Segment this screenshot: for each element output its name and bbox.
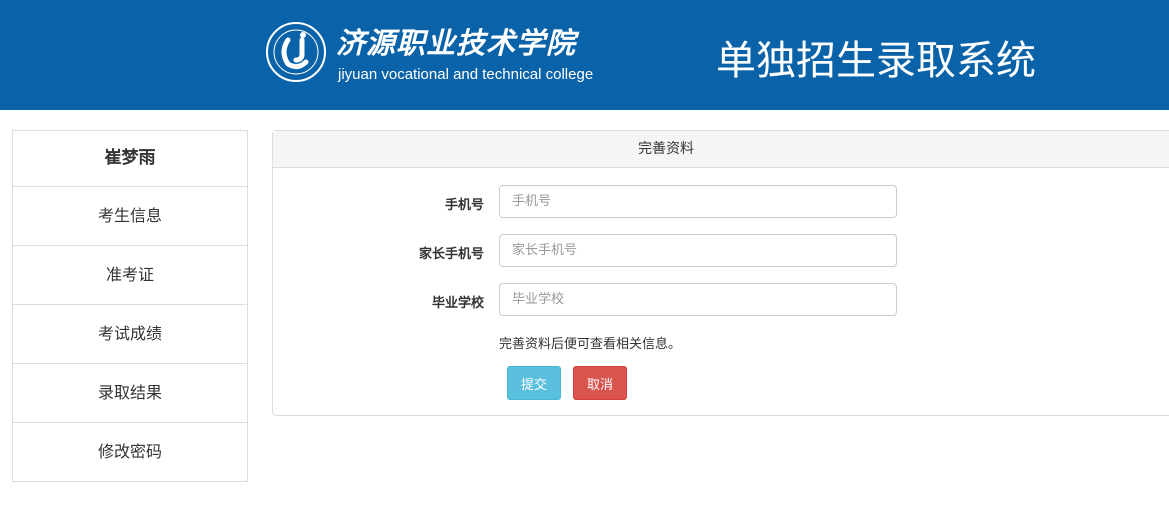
sidebar-item-change-password[interactable]: 修改密码 — [13, 423, 247, 481]
user-name: 崔梦雨 — [13, 131, 247, 187]
sidebar: 崔梦雨 考生信息 准考证 考试成绩 录取结果 修改密码 — [12, 130, 248, 482]
panel-title: 完善资料 — [273, 131, 1169, 168]
header: 济源职业技术学院 jiyuan vocational and technical… — [0, 0, 1169, 110]
phone-label: 手机号 — [444, 198, 484, 213]
sidebar-item-candidate-info[interactable]: 考生信息 — [13, 187, 247, 246]
college-emblem-icon — [266, 22, 326, 82]
hint-text: 完善资料后便可查看相关信息。 — [499, 337, 682, 352]
submit-button[interactable]: 提交 — [507, 366, 561, 400]
parent-phone-label: 家长手机号 — [418, 247, 484, 262]
cancel-button[interactable]: 取消 — [573, 366, 627, 400]
system-title: 单独招生录取系统 — [716, 38, 1036, 84]
graduation-school-label: 毕业学校 — [431, 296, 484, 311]
sidebar-item-admission-ticket[interactable]: 准考证 — [13, 246, 247, 305]
parent-phone-input[interactable] — [499, 234, 897, 267]
sidebar-item-exam-scores[interactable]: 考试成绩 — [13, 305, 247, 364]
complete-profile-panel: 完善资料 手机号 家长手机号 毕业学校 完善资料后便可查看相关信息。 提交 取消 — [272, 130, 1169, 416]
graduation-school-input[interactable] — [499, 283, 897, 316]
phone-input[interactable] — [499, 185, 897, 218]
school-name-cn: 济源职业技术学院 — [336, 26, 577, 60]
school-name-en: jiyuan vocational and technical college — [338, 66, 594, 83]
sidebar-item-admission-result[interactable]: 录取结果 — [13, 364, 247, 423]
